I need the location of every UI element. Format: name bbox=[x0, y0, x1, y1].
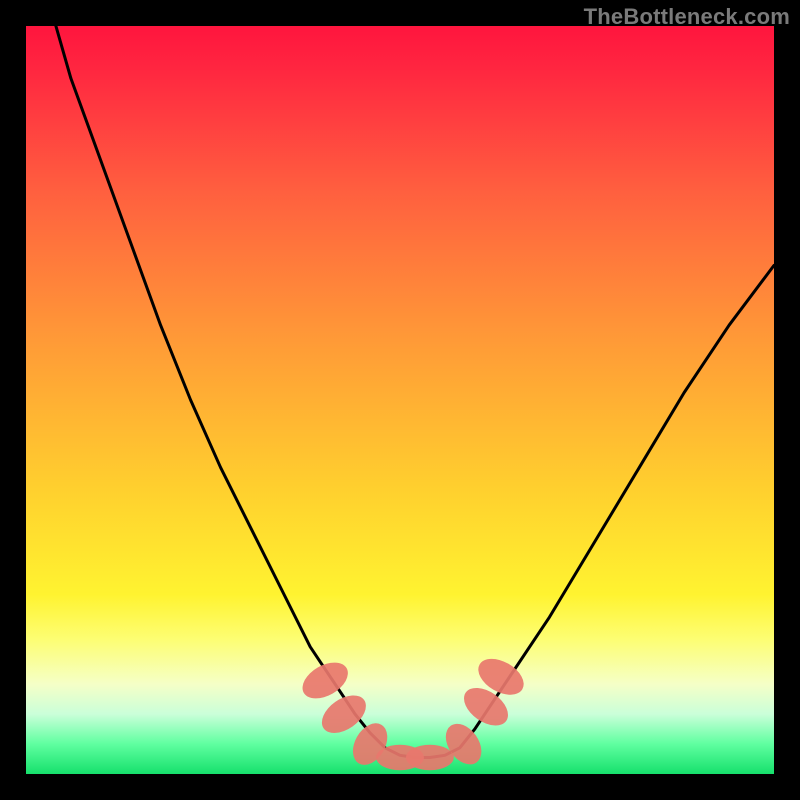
chart-frame: TheBottleneck.com bbox=[0, 0, 800, 800]
marker-group bbox=[296, 651, 530, 771]
chart-svg bbox=[26, 26, 774, 774]
curve-path bbox=[56, 26, 774, 758]
valley-marker bbox=[406, 745, 454, 770]
plot-area bbox=[26, 26, 774, 774]
